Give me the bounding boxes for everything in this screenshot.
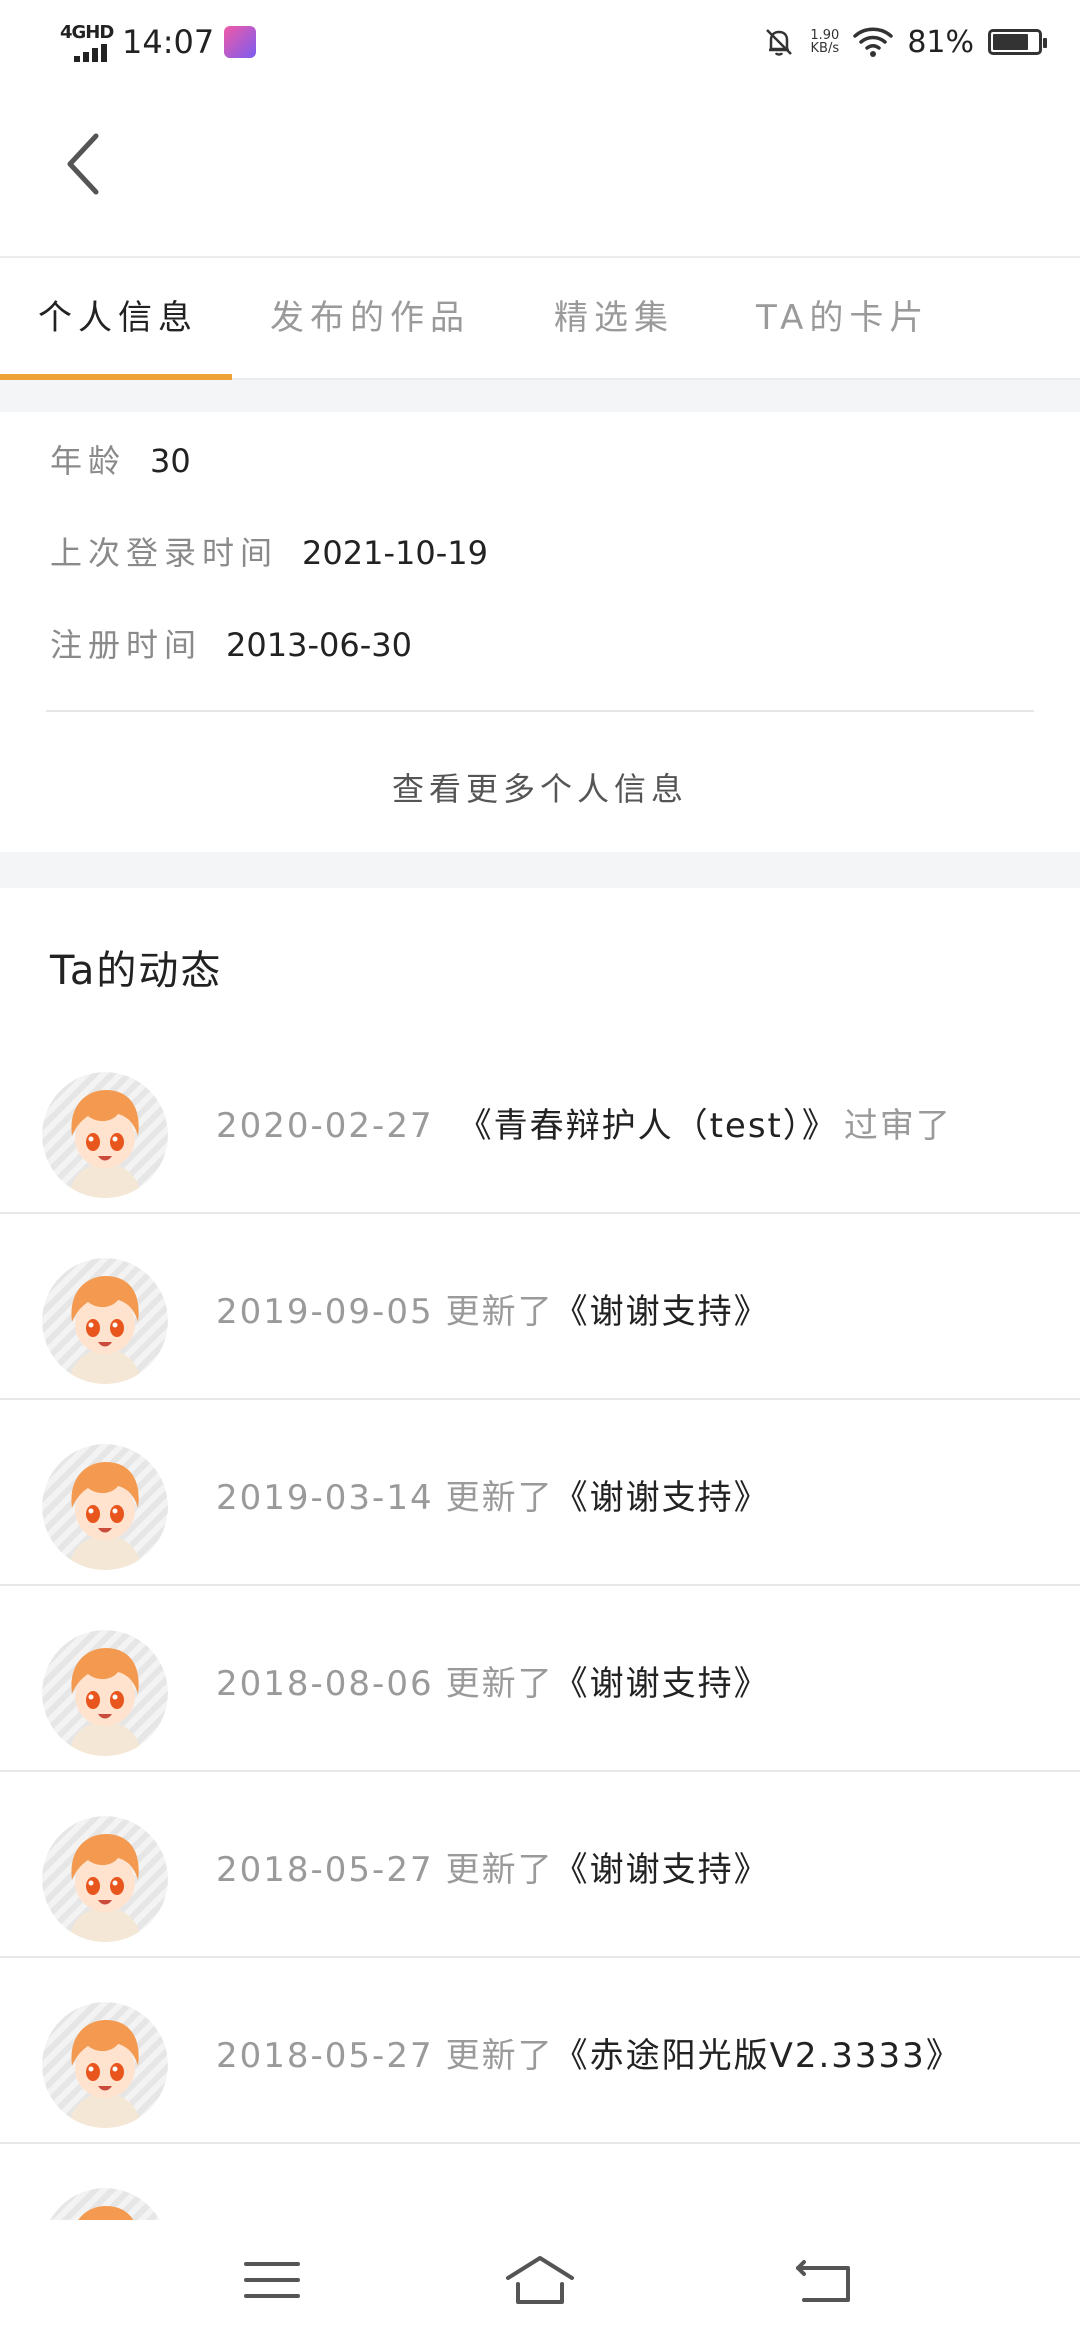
activity-work-name[interactable]: 《谢谢支持》 bbox=[554, 1292, 770, 1332]
age-label: 年龄 bbox=[50, 442, 127, 480]
activity-work-name[interactable]: 《谢谢支持》 bbox=[554, 1850, 770, 1890]
last-login-value: 2021-10-19 bbox=[302, 534, 488, 572]
battery-percent: 81% bbox=[907, 24, 974, 60]
activity-verb: 更新了 bbox=[445, 1664, 554, 1704]
activity-verb: 更新了 bbox=[445, 1850, 554, 1890]
status-bar: 4GHD 14:07 1.90 KB/s 81% bbox=[0, 0, 1080, 84]
battery-icon bbox=[988, 29, 1047, 55]
avatar[interactable] bbox=[42, 1630, 168, 1756]
top-app-bar bbox=[0, 84, 1080, 258]
activity-date: 2018-05-27 bbox=[216, 2036, 434, 2076]
activity-date: 2018-08-06 bbox=[216, 1664, 434, 1704]
register-label: 注册时间 bbox=[50, 626, 203, 664]
last-login-label: 上次登录时间 bbox=[50, 534, 279, 572]
activity-text: 2020-02-27 《青春辩护人（test）》 过审了 bbox=[216, 1098, 952, 1147]
mute-bell-icon bbox=[766, 29, 793, 56]
system-nav-bar bbox=[0, 2220, 1080, 2340]
menu-icon[interactable] bbox=[222, 2250, 322, 2310]
activity-text: 2018-05-27 更新了《赤途阳光版V2.3333》 bbox=[216, 2028, 962, 2077]
activity-verb: 更新了 bbox=[445, 1478, 554, 1518]
status-left: 4GHD 14:07 bbox=[60, 18, 257, 66]
register-row: 注册时间 2013-06-30 bbox=[50, 620, 412, 666]
app-notification-icon bbox=[224, 26, 257, 58]
avatar[interactable] bbox=[42, 2002, 168, 2128]
avatar[interactable] bbox=[42, 1816, 168, 1942]
activity-item[interactable]: 2019-03-14 更新了《谢谢支持》 bbox=[0, 1398, 1080, 1586]
avatar[interactable] bbox=[42, 2188, 168, 2220]
activity-date: 2019-03-14 bbox=[216, 1478, 434, 1518]
view-more-info-link[interactable]: 查看更多个人信息 bbox=[0, 764, 1080, 810]
last-login-row: 上次登录时间 2021-10-19 bbox=[50, 528, 488, 574]
network-type: 4GHD bbox=[60, 22, 114, 43]
activity-title: Ta的动态 bbox=[50, 948, 223, 994]
activity-work-name[interactable]: 《青春辩护人（test）》 bbox=[458, 1106, 838, 1146]
activity-work-name[interactable]: 《谢谢支持》 bbox=[554, 1664, 770, 1704]
activity-work-name[interactable]: 《赤途阳光版V2.3333》 bbox=[554, 2036, 962, 2076]
chevron-left-icon[interactable] bbox=[56, 124, 116, 204]
personal-info-section: 年龄 30 上次登录时间 2021-10-19 注册时间 2013-06-30 查看更… bbox=[0, 412, 1080, 852]
tab-personal-info[interactable]: 个人信息 bbox=[38, 258, 198, 376]
activity-item[interactable]: 2018-05-27 更新了《谢谢支持》 bbox=[0, 1770, 1080, 1958]
tab-published-works[interactable]: 发布的作品 bbox=[270, 258, 470, 376]
avatar[interactable] bbox=[42, 1072, 168, 1198]
activity-item[interactable]: 2020-02-27 《青春辩护人（test）》 过审了 bbox=[0, 1026, 1080, 1214]
activity-item[interactable]: 2018-05-27 更新了《赤途阳光版V2.3333》 bbox=[0, 1956, 1080, 2144]
activity-item[interactable]: 2017-03-16更新了《青春辩护人（test）》 bbox=[0, 2142, 1080, 2220]
activity-date: 2019-09-05 bbox=[216, 1292, 434, 1332]
avatar[interactable] bbox=[42, 1444, 168, 1570]
tab-ta-cards[interactable]: TA的卡片 bbox=[756, 258, 929, 376]
activity-verb: 更新了 bbox=[445, 1292, 554, 1332]
avatar[interactable] bbox=[42, 1258, 168, 1384]
activity-date: 2020-02-27 bbox=[216, 1106, 434, 1146]
status-right: 1.90 KB/s 81% bbox=[762, 18, 1047, 66]
activity-section: Ta的动态 2020-02-27 《青春辩护人（test）》 过审了 2019-09-… bbox=[0, 888, 1080, 2220]
section-divider bbox=[0, 852, 1080, 888]
age-row: 年龄 30 bbox=[50, 436, 191, 482]
network-speed: 1.90 KB/s bbox=[810, 28, 840, 56]
register-value: 2013-06-30 bbox=[226, 626, 412, 664]
age-value: 30 bbox=[150, 442, 191, 480]
activity-text: 2018-05-27 更新了《谢谢支持》 bbox=[216, 1842, 770, 1891]
activity-suffix: 过审了 bbox=[843, 1106, 952, 1146]
return-icon[interactable] bbox=[774, 2250, 874, 2310]
section-divider bbox=[0, 380, 1080, 412]
home-icon[interactable] bbox=[490, 2250, 590, 2310]
activity-text: 2019-09-05 更新了《谢谢支持》 bbox=[216, 1284, 770, 1333]
cellular-signal-icon: 4GHD bbox=[60, 22, 114, 62]
profile-tabs: 个人信息 发布的作品 精选集 TA的卡片 bbox=[0, 258, 1080, 380]
activity-work-name[interactable]: 《谢谢支持》 bbox=[554, 1478, 770, 1518]
activity-item[interactable]: 2018-08-06 更新了《谢谢支持》 bbox=[0, 1584, 1080, 1772]
activity-text: 2019-03-14 更新了《谢谢支持》 bbox=[216, 1470, 770, 1519]
status-time: 14:07 bbox=[122, 23, 215, 61]
info-divider bbox=[46, 710, 1034, 712]
tab-collections[interactable]: 精选集 bbox=[554, 258, 674, 376]
activity-item[interactable]: 2019-09-05 更新了《谢谢支持》 bbox=[0, 1212, 1080, 1400]
activity-verb: 更新了 bbox=[445, 2036, 554, 2076]
activity-date: 2018-05-27 bbox=[216, 1850, 434, 1890]
wifi-icon bbox=[853, 27, 894, 57]
activity-text: 2018-08-06 更新了《谢谢支持》 bbox=[216, 1656, 770, 1705]
